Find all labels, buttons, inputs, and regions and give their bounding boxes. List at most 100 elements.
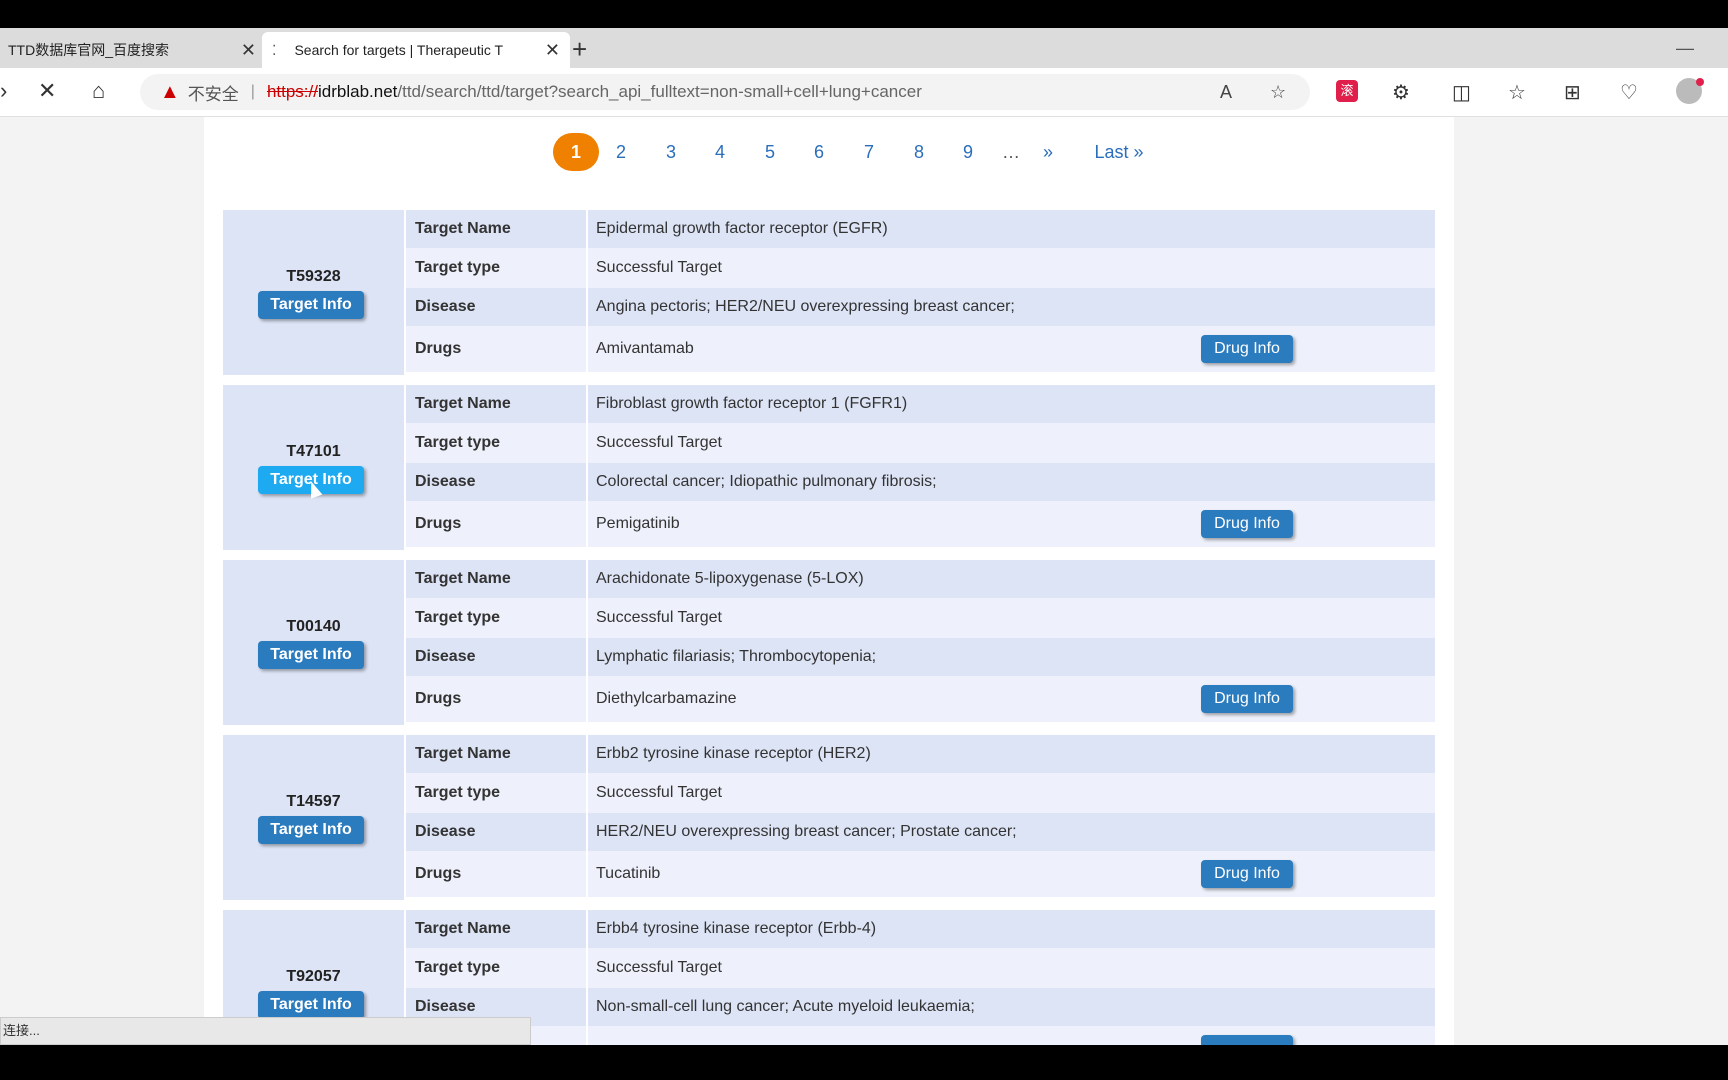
read-aloud-icon[interactable]: A <box>1220 82 1232 103</box>
status-bar: 连接... <box>0 1017 531 1045</box>
screen-bottom-bar <box>0 1045 1728 1080</box>
drug-info-button[interactable]: Drug Info <box>1201 685 1293 713</box>
tab-bar: TTD数据库官网_百度搜索 ✕ ⁚ Search for targets | T… <box>0 28 1728 68</box>
page-link-9[interactable]: 9 <box>958 133 978 171</box>
target-info-button[interactable]: Target Info <box>258 641 364 669</box>
close-icon[interactable]: ✕ <box>241 40 256 61</box>
target-id: T00140 <box>286 618 341 635</box>
home-icon[interactable]: ⌂ <box>92 78 105 104</box>
target-name-label: Target Name <box>415 570 511 587</box>
stop-icon[interactable]: ✕ <box>38 78 56 104</box>
target-id-cell: T59328 Target Info <box>223 210 404 375</box>
target-id: T47101 <box>286 443 341 460</box>
insecure-label: 不安全 <box>187 84 239 104</box>
page-viewport: 1 2 3 4 5 6 7 8 9 … » Last » T59328 Targ… <box>0 117 1728 1045</box>
close-icon[interactable]: ✕ <box>545 40 560 61</box>
target-id-cell: T14597 Target Info <box>223 735 404 900</box>
target-id: T59328 <box>286 268 341 285</box>
disease-row: Disease Non-small-cell lung cancer; Acut… <box>406 988 1435 1026</box>
pager-ellipsis: … <box>1002 142 1020 162</box>
target-name-value: Erbb2 tyrosine kinase receptor (HER2) <box>596 745 871 762</box>
drug-info-button[interactable]: Drug Info <box>1201 510 1293 538</box>
drugs-row: Drugs Tucatinib Drug Info <box>406 851 1435 897</box>
drug-value: Diethylcarbamazine <box>596 690 737 707</box>
favorite-star-icon[interactable]: ☆ <box>1270 82 1286 103</box>
target-type-row: Target type Successful Target <box>406 773 1435 813</box>
target-name-row: Target Name Epidermal growth factor rece… <box>406 210 1435 248</box>
drug-info-button[interactable]: Drug Info <box>1201 860 1293 888</box>
disease-label: Disease <box>415 473 476 490</box>
collections-icon[interactable]: ⊞ <box>1564 80 1581 105</box>
target-id-cell: T47101 Target Info <box>223 385 404 550</box>
disease-value: Non-small-cell lung cancer; Acute myeloi… <box>596 998 975 1015</box>
page-link-8[interactable]: 8 <box>909 133 929 171</box>
target-type-label: Target type <box>415 434 501 451</box>
disease-label: Disease <box>415 998 476 1015</box>
page-link-6[interactable]: 6 <box>809 133 829 171</box>
target-type-row: Target type Successful Target <box>406 423 1435 463</box>
target-record: T47101 Target Info Target Name Fibroblas… <box>223 385 1435 550</box>
drug-value: Tucatinib <box>596 865 661 882</box>
target-record: T59328 Target Info Target Name Epidermal… <box>223 210 1435 375</box>
drug-value: Pemigatinib <box>596 515 680 532</box>
target-name-value: Fibroblast growth factor receptor 1 (FGF… <box>596 395 908 412</box>
target-id-cell: T00140 Target Info <box>223 560 404 725</box>
drug-info-button[interactable]: Drug Info <box>1201 335 1293 363</box>
target-name-row: Target Name Arachidonate 5-lipoxygenase … <box>406 560 1435 598</box>
disease-label: Disease <box>415 823 476 840</box>
back-icon[interactable]: › <box>0 78 7 104</box>
tab-title: Search for targets | Therapeutic T <box>294 42 504 58</box>
tab-title: TTD数据库官网_百度搜索 <box>8 42 169 58</box>
browser-essentials-icon[interactable]: ♡ <box>1620 80 1638 105</box>
minimize-icon[interactable]: — <box>1676 38 1694 59</box>
page-link-3[interactable]: 3 <box>661 133 681 171</box>
target-type-label: Target type <box>415 784 501 801</box>
disease-row: Disease HER2/NEU overexpressing breast c… <box>406 813 1435 851</box>
page-link-4[interactable]: 4 <box>710 133 730 171</box>
drug-value: Amivantamab <box>596 340 694 357</box>
target-info-button[interactable]: Target Info <box>258 991 364 1019</box>
drugs-row: Drugs Pemigatinib Drug Info <box>406 501 1435 547</box>
target-name-row: Target Name Erbb4 tyrosine kinase recept… <box>406 910 1435 948</box>
pagination: 1 2 3 4 5 6 7 8 9 … » Last » <box>204 133 1454 173</box>
drugs-row: Drugs Diethylcarbamazine Drug Info <box>406 676 1435 722</box>
page-link-5[interactable]: 5 <box>760 133 780 171</box>
next-page-link[interactable]: » <box>1038 133 1058 171</box>
drug-info-button[interactable] <box>1201 1035 1293 1045</box>
target-type-label: Target type <box>415 959 501 976</box>
target-type-value: Successful Target <box>596 609 722 626</box>
url-text[interactable]: https://idrblab.net/ttd/search/ttd/targe… <box>267 82 922 102</box>
extension-icon[interactable]: 滚 <box>1336 80 1358 102</box>
page-link-1[interactable]: 1 <box>553 133 599 171</box>
favorites-icon[interactable]: ☆ <box>1508 80 1526 105</box>
drugs-label: Drugs <box>415 515 462 532</box>
last-page-link[interactable]: Last » <box>1089 133 1149 171</box>
page-link-2[interactable]: 2 <box>611 133 631 171</box>
drugs-label: Drugs <box>415 340 462 357</box>
target-type-value: Successful Target <box>596 434 722 451</box>
target-type-label: Target type <box>415 609 501 626</box>
target-name-row: Target Name Erbb2 tyrosine kinase recept… <box>406 735 1435 773</box>
split-screen-icon[interactable]: ◫ <box>1452 80 1471 105</box>
disease-value: Lymphatic filariasis; Thrombocytopenia; <box>596 648 877 665</box>
target-type-value: Successful Target <box>596 959 722 976</box>
tab-ttd-search[interactable]: ⁚ Search for targets | Therapeutic T ✕ <box>262 32 570 68</box>
results-panel: 1 2 3 4 5 6 7 8 9 … » Last » T59328 Targ… <box>204 117 1454 1045</box>
target-id: T14597 <box>286 793 341 810</box>
target-info-button[interactable]: Target Info <box>258 291 364 319</box>
extensions-puzzle-icon[interactable]: ⚙ <box>1392 80 1410 105</box>
target-record: T14597 Target Info Target Name Erbb2 tyr… <box>223 735 1435 900</box>
address-bar[interactable]: ▲ 不安全 | https://idrblab.net/ttd/search/t… <box>140 74 1310 110</box>
disease-label: Disease <box>415 648 476 665</box>
new-tab-button[interactable]: + <box>572 34 587 65</box>
page-link-7[interactable]: 7 <box>859 133 879 171</box>
target-info-button[interactable]: Target Info <box>258 816 364 844</box>
tab-baidu-search[interactable]: TTD数据库官网_百度搜索 ✕ <box>0 32 266 68</box>
target-type-row: Target type Successful Target <box>406 948 1435 988</box>
screen-top-bar <box>0 0 1728 28</box>
notification-dot <box>1696 78 1704 86</box>
disease-row: Disease Angina pectoris; HER2/NEU overex… <box>406 288 1435 326</box>
warning-icon: ▲ <box>160 80 180 103</box>
target-type-value: Successful Target <box>596 259 722 276</box>
loading-icon: ⁚ <box>272 41 277 58</box>
